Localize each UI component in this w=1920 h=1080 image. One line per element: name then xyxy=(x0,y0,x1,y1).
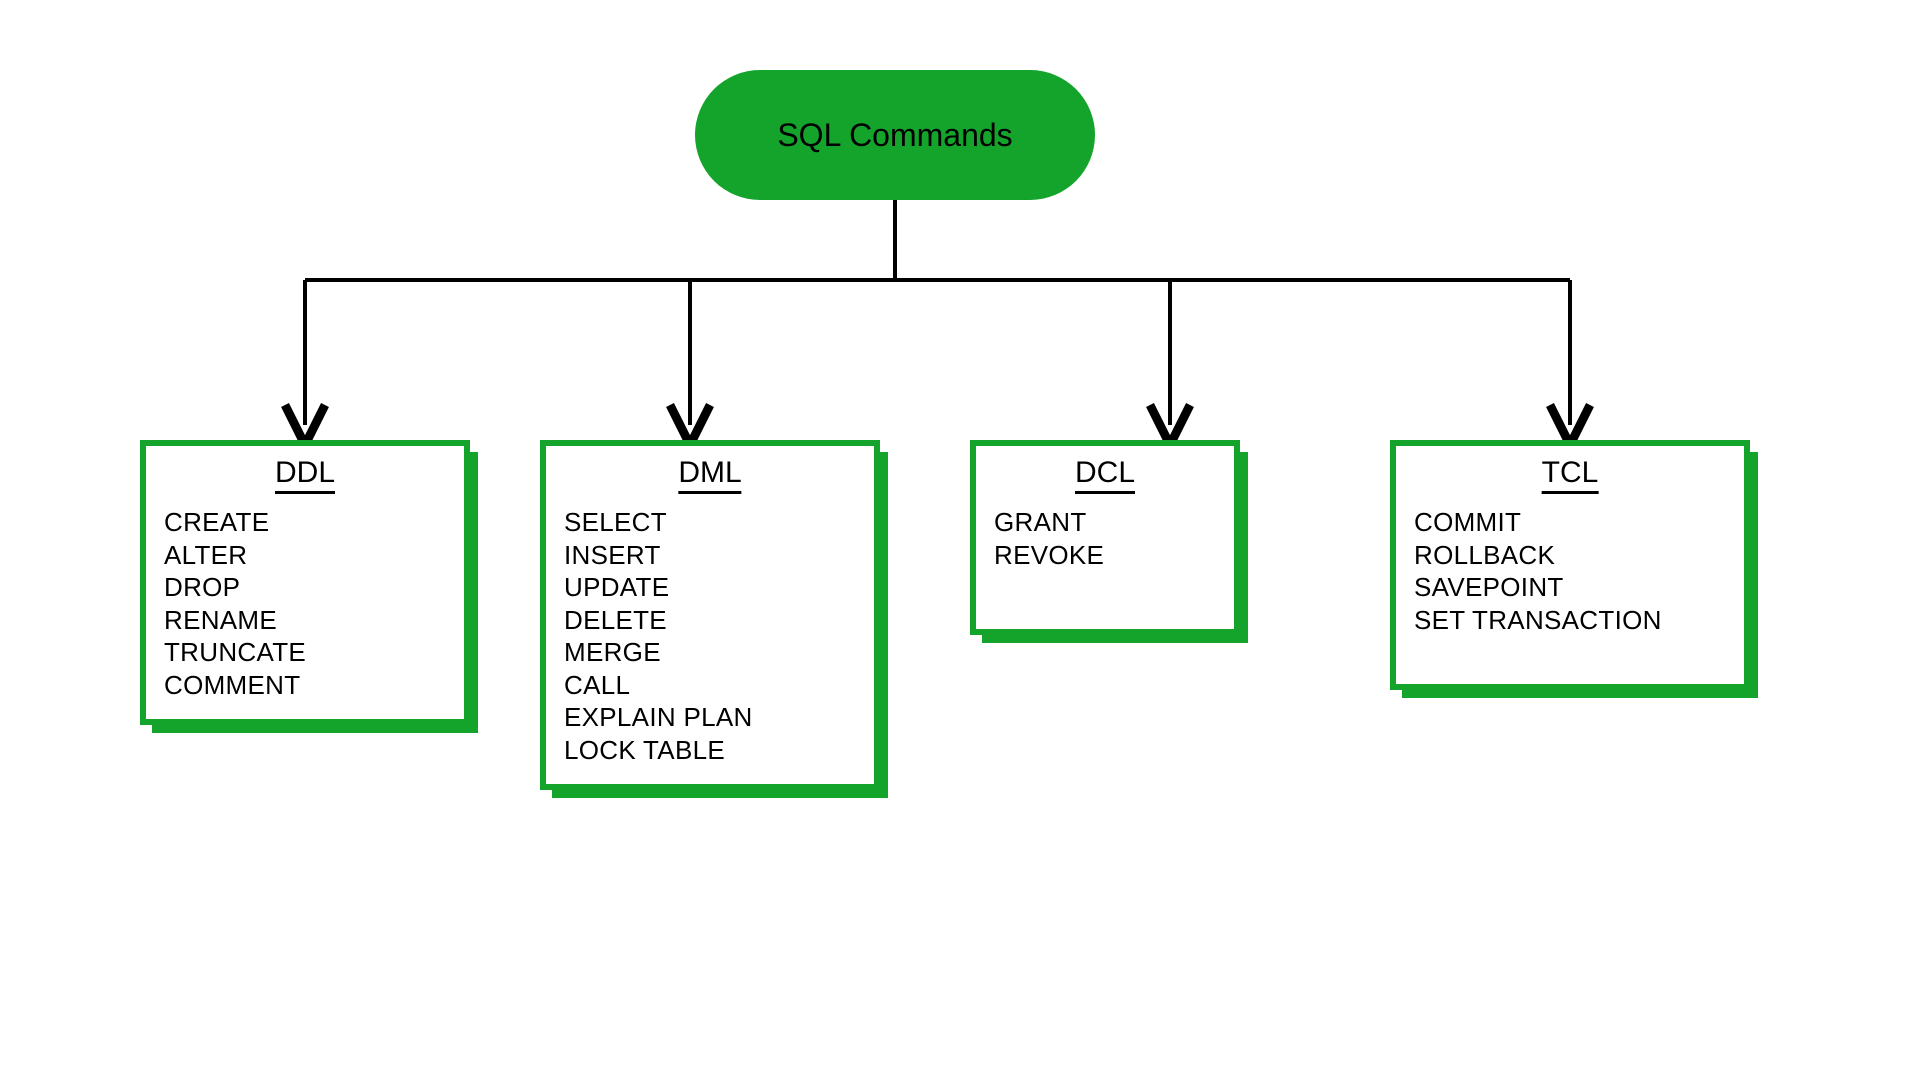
category-box-tcl: TCL COMMIT ROLLBACK SAVEPOINT SET TRANSA… xyxy=(1390,440,1750,690)
category-title-ddl: DDL xyxy=(275,456,335,490)
command-item: SAVEPOINT xyxy=(1414,571,1726,604)
category-title-tcl: TCL xyxy=(1542,456,1599,490)
category-box-dml: DML SELECT INSERT UPDATE DELETE MERGE CA… xyxy=(540,440,880,790)
category-box-ddl: DDL CREATE ALTER DROP RENAME TRUNCATE CO… xyxy=(140,440,470,725)
command-item: EXPLAIN PLAN xyxy=(564,701,856,734)
command-item: SET TRANSACTION xyxy=(1414,604,1726,637)
command-list-dcl: GRANT REVOKE xyxy=(976,506,1234,589)
command-item: TRUNCATE xyxy=(164,636,446,669)
command-item: DROP xyxy=(164,571,446,604)
command-list-tcl: COMMIT ROLLBACK SAVEPOINT SET TRANSACTIO… xyxy=(1396,506,1744,654)
command-item: COMMENT xyxy=(164,669,446,702)
command-item: CALL xyxy=(564,669,856,702)
command-item: MERGE xyxy=(564,636,856,669)
command-item: INSERT xyxy=(564,539,856,572)
category-box-dcl: DCL GRANT REVOKE xyxy=(970,440,1240,635)
command-item: ROLLBACK xyxy=(1414,539,1726,572)
command-list-ddl: CREATE ALTER DROP RENAME TRUNCATE COMMEN… xyxy=(146,506,464,719)
command-item: SELECT xyxy=(564,506,856,539)
root-title: SQL Commands xyxy=(777,117,1012,154)
command-item: CREATE xyxy=(164,506,446,539)
command-item: ALTER xyxy=(164,539,446,572)
command-item: DELETE xyxy=(564,604,856,637)
command-item: RENAME xyxy=(164,604,446,637)
command-item: UPDATE xyxy=(564,571,856,604)
command-item: REVOKE xyxy=(994,539,1216,572)
category-title-dml: DML xyxy=(678,456,741,490)
root-node: SQL Commands xyxy=(695,70,1095,200)
command-item: GRANT xyxy=(994,506,1216,539)
command-item: COMMIT xyxy=(1414,506,1726,539)
command-list-dml: SELECT INSERT UPDATE DELETE MERGE CALL E… xyxy=(546,506,874,784)
command-item: LOCK TABLE xyxy=(564,734,856,767)
category-title-dcl: DCL xyxy=(1075,456,1135,490)
